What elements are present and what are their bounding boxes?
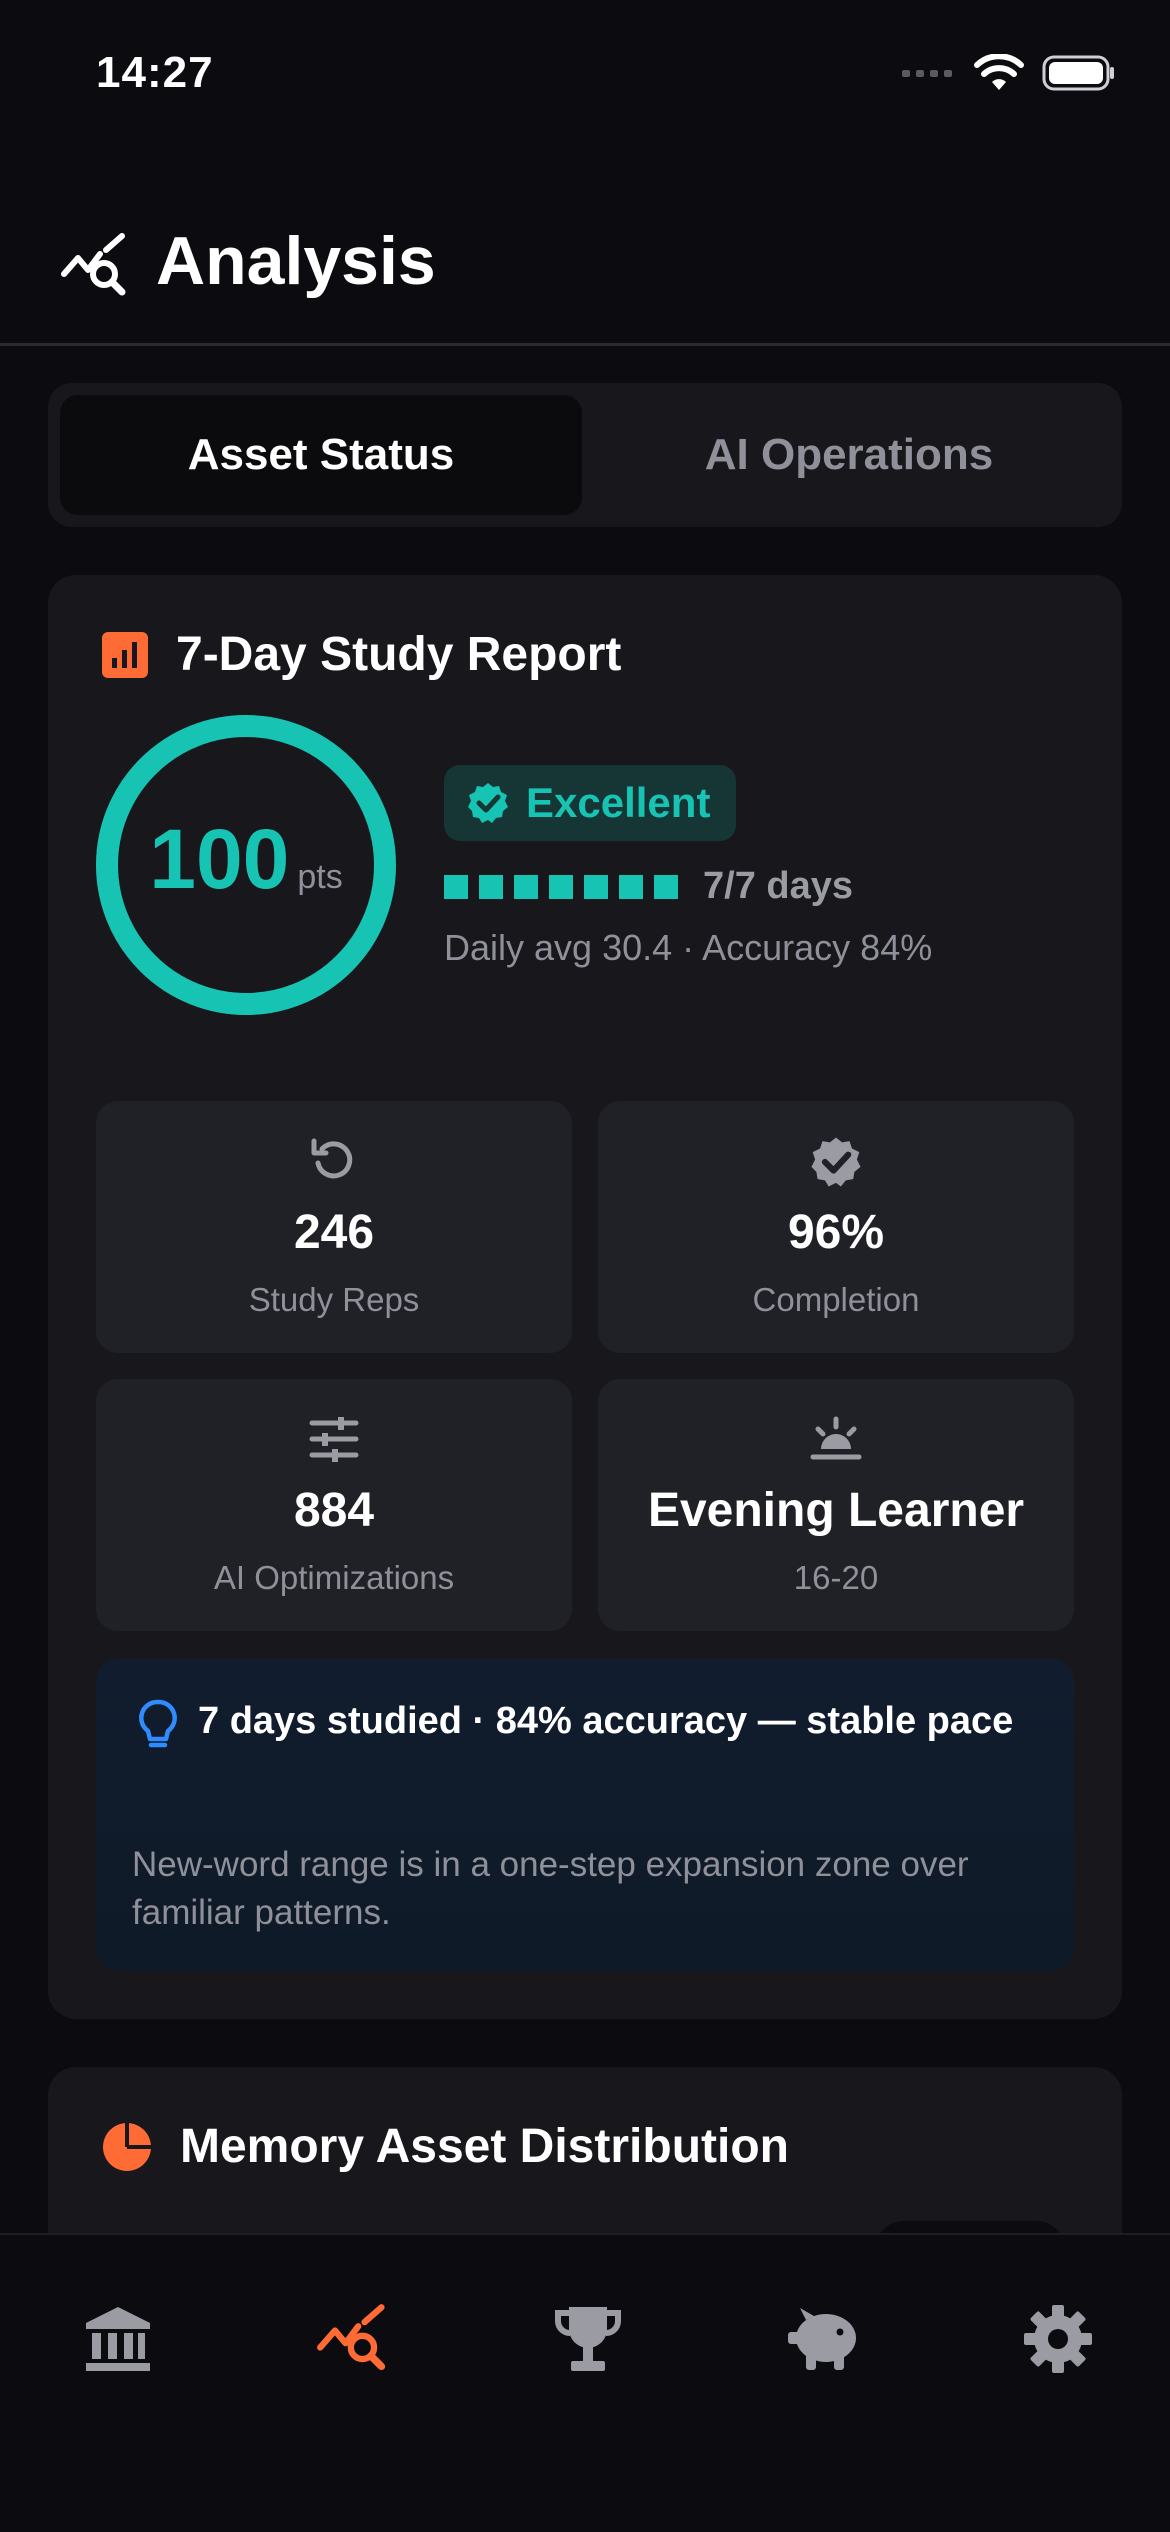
days-label: 7/7 days — [703, 865, 853, 907]
status-badge-label: Excellent — [526, 779, 711, 826]
insight-body: New-word range is in a one-step expansio… — [132, 1845, 969, 1932]
day-square — [444, 874, 468, 899]
tab-settings[interactable] — [1008, 2289, 1108, 2389]
battery-icon — [1042, 55, 1114, 91]
tab-bank[interactable] — [68, 2289, 168, 2389]
trophy-icon — [555, 2307, 621, 2371]
status-badge: Excellent — [444, 765, 737, 841]
score-unit: pts — [297, 858, 343, 896]
wifi-icon — [974, 54, 1024, 90]
scroll-content[interactable]: Asset Status AI Operations 7-Day Study R… — [0, 349, 1170, 2233]
score-text: 100 pts — [96, 715, 396, 1015]
tab-analysis[interactable] — [304, 2289, 404, 2389]
stat-value: 884 — [293, 1484, 375, 1537]
verified-badge-icon — [468, 783, 508, 823]
insight-title: 7 days studied · 84% accuracy — stable p… — [198, 1700, 1014, 1742]
lightbulb-icon — [139, 1699, 177, 1748]
memory-distribution-header: Memory Asset Distribution — [102, 2119, 789, 2174]
filter-chip[interactable] — [874, 2221, 1066, 2233]
study-report-card: 7-Day Study Report 100 pts Excellent 7/7… — [48, 575, 1122, 2019]
memory-distribution-title: Memory Asset Distribution — [180, 2120, 789, 2173]
day-square — [479, 874, 503, 899]
gear-icon — [1024, 2305, 1092, 2373]
sunset-icon — [810, 1416, 862, 1460]
piggy-bank-icon — [788, 2308, 856, 2370]
tab-ai-operations[interactable]: AI Operations — [588, 395, 1110, 515]
study-report-header: 7-Day Study Report — [102, 627, 621, 682]
stat-tile-study-reps: 246 Study Reps — [96, 1101, 572, 1353]
days-progress: 7/7 days — [444, 865, 853, 908]
memory-distribution-card: Memory Asset Distribution — [48, 2067, 1122, 2233]
day-square — [654, 874, 678, 899]
screen: 14:27 Analysis Asset Status AI Operation… — [0, 0, 1170, 2532]
stat-tile-completion: 96% Completion — [598, 1101, 1074, 1353]
status-time: 14:27 — [96, 48, 214, 97]
replay-icon — [311, 1138, 353, 1179]
page-title: Analysis — [156, 223, 436, 299]
stat-label: Completion — [752, 1281, 920, 1318]
status-icons — [902, 54, 1116, 92]
score-ring: 100 pts — [96, 715, 396, 1015]
bar-chart-icon — [102, 631, 148, 678]
stat-value: 96% — [787, 1206, 885, 1259]
tab-asset-status[interactable]: Asset Status — [60, 395, 582, 515]
tab-bar — [0, 2233, 1170, 2532]
bank-icon — [86, 2307, 150, 2371]
stat-tile-learner-type: Evening Learner 16-20 — [598, 1379, 1074, 1631]
tab-trophy[interactable] — [538, 2289, 638, 2389]
study-report-title: 7-Day Study Report — [176, 628, 622, 681]
tab-savings[interactable] — [774, 2289, 874, 2389]
score-value: 100 — [149, 812, 290, 906]
day-square — [619, 874, 643, 899]
stat-value: Evening Learner — [647, 1484, 1025, 1537]
day-square — [514, 874, 538, 899]
segmented-control: Asset Status AI Operations — [48, 383, 1122, 527]
day-squares — [444, 874, 689, 899]
insight-card: 7 days studied · 84% accuracy — stable p… — [96, 1659, 1074, 1971]
stat-value: 246 — [293, 1206, 375, 1259]
sliders-icon — [309, 1417, 359, 1462]
signal-icon — [902, 70, 952, 77]
daily-stats: Daily avg 30.4 · Accuracy 84% — [444, 927, 933, 968]
status-bar: 14:27 — [0, 0, 1170, 150]
day-square — [584, 874, 608, 899]
analytics-search-icon — [317, 2304, 386, 2371]
header: Analysis — [0, 200, 1170, 346]
pie-chart-icon — [103, 2122, 151, 2171]
day-square — [549, 874, 573, 899]
stat-label: AI Optimizations — [213, 1559, 455, 1596]
verified-icon — [811, 1137, 861, 1187]
stat-label: Study Reps — [248, 1281, 420, 1318]
stat-tile-ai-optimizations: 884 AI Optimizations — [96, 1379, 572, 1631]
stat-label: 16-20 — [793, 1559, 879, 1596]
analytics-search-icon — [61, 233, 126, 296]
